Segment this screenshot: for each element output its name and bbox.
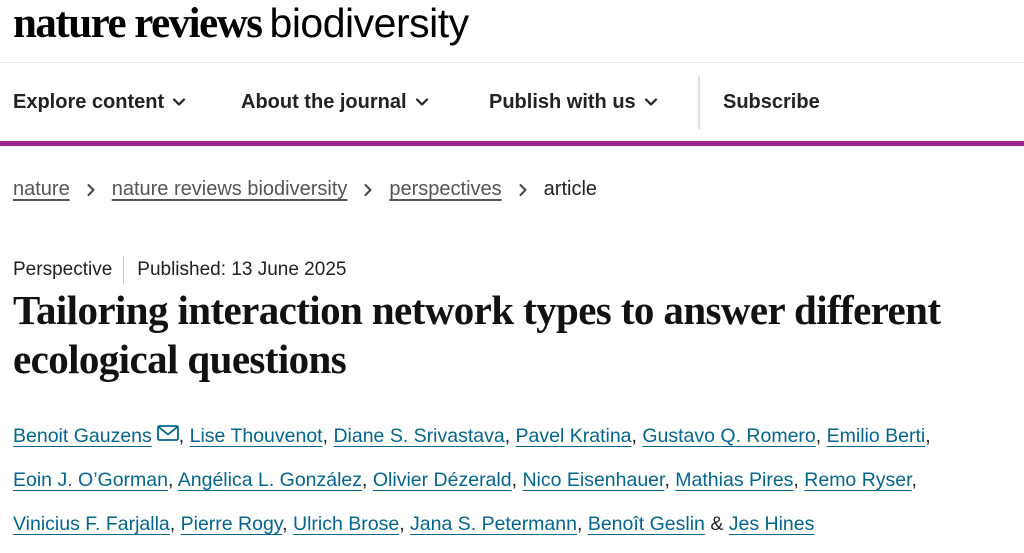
journal-logo[interactable]: nature reviews biodiversity (13, 0, 469, 45)
author-separator: , (664, 469, 676, 491)
nav-publish-with-us[interactable]: Publish with us (489, 91, 658, 114)
author-separator: , (925, 425, 931, 447)
author-separator: , (793, 469, 805, 491)
article-meta: Perspective Published: 13 June 2025 (13, 256, 346, 284)
author-separator: , (178, 425, 190, 447)
author-link[interactable]: Remo Ryser (804, 469, 911, 491)
author-separator: , (399, 513, 411, 535)
author-link[interactable]: Nico Eisenhauer (522, 469, 664, 491)
masthead: nature reviews biodiversity (13, 0, 469, 62)
breadcrumb-perspectives[interactable]: perspectives (389, 178, 501, 201)
breadcrumb-journal[interactable]: nature reviews biodiversity (112, 178, 348, 201)
chevron-down-icon (415, 95, 429, 109)
author-separator: , (169, 513, 181, 535)
logo-bold-text: nature reviews (13, 0, 263, 47)
author-link[interactable]: Eoin J. O’Gorman (13, 469, 168, 491)
mail-icon[interactable] (156, 425, 179, 441)
breadcrumb-current: article (543, 178, 598, 200)
chevron-right-icon (515, 182, 531, 198)
chevron-right-icon (83, 182, 99, 198)
author-link[interactable]: Vinicius F. Farjalla (13, 513, 170, 535)
nav-subscribe[interactable]: Subscribe (723, 91, 820, 114)
published-date: Published: 13 June 2025 (137, 259, 347, 280)
author-separator: , (362, 469, 373, 491)
author-separator: , (322, 425, 334, 447)
author-link[interactable]: Pavel Kratina (516, 425, 632, 447)
author-separator: , (504, 425, 516, 447)
logo-light-text: biodiversity (269, 0, 470, 46)
author-separator: , (511, 469, 523, 491)
chevron-right-icon (360, 182, 376, 198)
author-separator: , (815, 425, 827, 447)
nav-publish-label: Publish with us (489, 90, 636, 113)
article-title: Tailoring interaction network types to a… (13, 287, 941, 382)
breadcrumb: nature nature reviews biodiversity persp… (13, 178, 597, 201)
author-link[interactable]: Angélica L. González (178, 469, 362, 491)
author-link[interactable]: Benoit Gauzens (13, 425, 152, 447)
nav-subscribe-label: Subscribe (723, 90, 820, 113)
author-link[interactable]: Mathias Pires (675, 469, 793, 491)
author-link[interactable]: Lise Thouvenot (190, 425, 323, 447)
author-separator: , (576, 513, 588, 535)
nav-explore-label: Explore content (13, 90, 165, 113)
author-separator: , (631, 425, 643, 447)
nav-about-label: About the journal (241, 90, 407, 113)
author-link[interactable]: Gustavo Q. Romero (642, 425, 815, 447)
breadcrumb-nature[interactable]: nature (13, 178, 70, 201)
author-link[interactable]: Benoît Geslin (588, 513, 705, 535)
author-link[interactable]: Ulrich Brose (293, 513, 399, 535)
author-link[interactable]: Diane S. Srivastava (333, 425, 504, 447)
author-list: Benoit Gauzens, Lise Thouvenot, Diane S.… (13, 414, 1018, 546)
author-separator: , (911, 469, 917, 491)
author-link[interactable]: Jes Hines (729, 513, 815, 535)
author-separator: , (167, 469, 178, 491)
author-separator: , (282, 513, 293, 535)
chevron-down-icon (644, 95, 658, 109)
author-link[interactable]: Pierre Rogy (181, 513, 283, 535)
nav-about-journal[interactable]: About the journal (241, 91, 429, 114)
author-link[interactable]: Olivier Dézerald (373, 469, 512, 491)
nav-divider (698, 76, 700, 129)
chevron-down-icon (172, 95, 186, 109)
author-link[interactable]: Jana S. Petermann (410, 513, 577, 535)
main-nav: Explore content About the journal Publis… (0, 62, 1024, 146)
author-link[interactable]: Emilio Berti (827, 425, 926, 447)
article-type: Perspective (13, 256, 125, 284)
nav-explore-content[interactable]: Explore content (13, 91, 186, 114)
author-conjunction: & (710, 513, 724, 535)
